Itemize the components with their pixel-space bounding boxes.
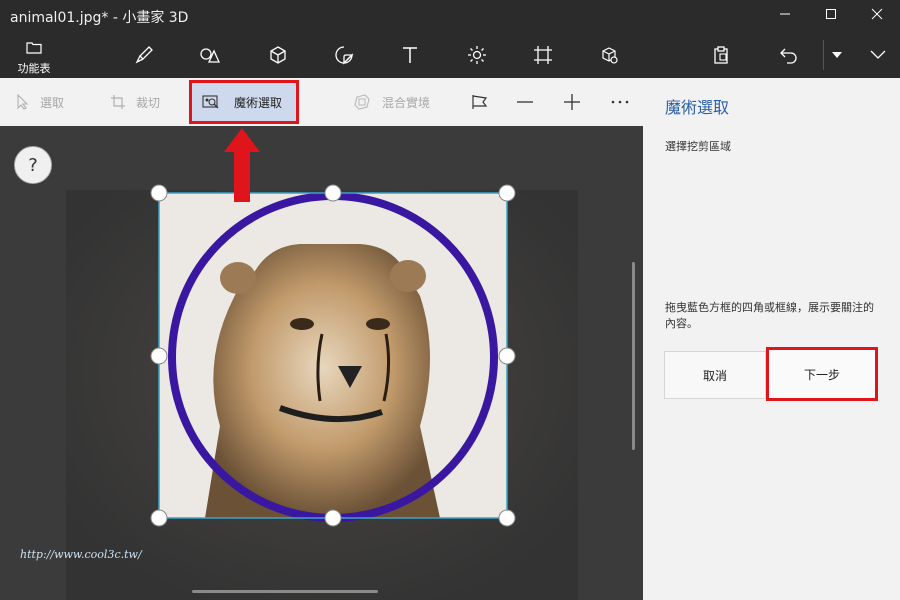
panel-description: 拖曳藍色方框的四角或框線，展示要關注的內容。 bbox=[665, 301, 874, 330]
select-button[interactable]: 選取 bbox=[16, 78, 64, 126]
canvas-icon bbox=[534, 46, 552, 64]
vertical-scrollbar[interactable] bbox=[632, 262, 635, 450]
stickers-icon bbox=[335, 46, 354, 65]
selection-toolbar: 選取 裁切 魔術選取 混合實境 bbox=[0, 78, 643, 126]
watermark: http://www.cool3c.tw/ bbox=[20, 548, 142, 561]
magic-select-label: 魔術選取 bbox=[234, 95, 283, 110]
minus-icon bbox=[517, 101, 533, 103]
add-button[interactable] bbox=[557, 78, 587, 126]
help-button[interactable]: ? bbox=[14, 146, 52, 184]
mixed-reality-icon bbox=[354, 94, 370, 110]
more-options-button[interactable] bbox=[605, 78, 635, 126]
stickers-tool[interactable] bbox=[322, 32, 366, 78]
resize-handle-bottom[interactable] bbox=[324, 509, 342, 527]
more-icon bbox=[611, 100, 629, 104]
resize-handle-top-right[interactable] bbox=[498, 184, 516, 202]
cancel-label: 取消 bbox=[702, 368, 727, 383]
crop-button[interactable]: 裁切 bbox=[110, 78, 160, 126]
panel-subtitle: 選擇挖剪區域 bbox=[665, 140, 731, 153]
text-tool[interactable] bbox=[388, 32, 432, 78]
plus-icon bbox=[564, 94, 580, 110]
flag-icon bbox=[472, 95, 488, 109]
resize-handle-bottom-right[interactable] bbox=[498, 509, 516, 527]
magic-select-panel: 魔術選取 選擇挖剪區域 拖曳藍色方框的四角或框線，展示要關注的內容。 取消 下一… bbox=[643, 78, 900, 600]
maximize-icon bbox=[826, 9, 836, 19]
minimize-button[interactable] bbox=[762, 0, 808, 32]
shapes-3d-icon bbox=[270, 46, 286, 64]
magic-select-button[interactable]: 魔術選取 bbox=[189, 80, 299, 124]
brush-icon bbox=[135, 46, 153, 64]
minimize-icon bbox=[780, 13, 790, 15]
undo-button[interactable] bbox=[767, 32, 811, 78]
select-label: 選取 bbox=[40, 95, 65, 110]
mixed-reality-label: 混合實境 bbox=[382, 95, 431, 110]
flag-button[interactable] bbox=[465, 78, 495, 126]
next-button[interactable]: 下一步 bbox=[766, 347, 878, 401]
effects-tool[interactable] bbox=[455, 32, 499, 78]
text-icon bbox=[403, 47, 417, 63]
close-icon bbox=[871, 8, 883, 20]
folder-icon bbox=[26, 42, 42, 54]
cancel-button[interactable]: 取消 bbox=[664, 351, 766, 399]
resize-handle-bottom-left[interactable] bbox=[150, 509, 168, 527]
help-icon: ? bbox=[28, 154, 38, 176]
brush-tool[interactable] bbox=[122, 32, 166, 78]
canvas-tool[interactable] bbox=[521, 32, 565, 78]
close-button[interactable] bbox=[854, 0, 900, 32]
collapse-toolbar-button[interactable] bbox=[856, 32, 900, 78]
cursor-icon bbox=[17, 94, 29, 110]
shapes-2d-tool[interactable] bbox=[188, 32, 232, 78]
paste-button[interactable] bbox=[699, 32, 743, 78]
main-toolbar: 功能表 bbox=[0, 32, 900, 78]
paste-icon bbox=[714, 46, 728, 64]
library-3d-tool[interactable] bbox=[587, 32, 631, 78]
resize-handle-top-left[interactable] bbox=[150, 184, 168, 202]
resize-handle-top[interactable] bbox=[324, 184, 342, 202]
canvas-image bbox=[66, 128, 578, 600]
crop-label: 裁切 bbox=[136, 95, 161, 110]
next-label: 下一步 bbox=[803, 367, 840, 382]
library-3d-icon bbox=[602, 47, 618, 64]
caret-down-icon bbox=[832, 52, 842, 58]
window-title: animal01.jpg* - 小畫家 3D bbox=[10, 10, 189, 26]
cheetah-photo bbox=[205, 244, 440, 518]
shapes-3d-tool[interactable] bbox=[256, 32, 300, 78]
title-bar: animal01.jpg* - 小畫家 3D bbox=[0, 0, 900, 32]
resize-handle-left[interactable] bbox=[150, 347, 168, 365]
canvas-area[interactable] bbox=[0, 126, 643, 600]
crop-icon bbox=[111, 95, 125, 109]
menu-button[interactable]: 功能表 bbox=[6, 34, 62, 76]
undo-icon bbox=[780, 48, 797, 64]
resize-handle-right[interactable] bbox=[498, 347, 516, 365]
mixed-reality-button[interactable]: 混合實境 bbox=[354, 78, 430, 126]
maximize-button[interactable] bbox=[808, 0, 854, 32]
horizontal-scrollbar[interactable] bbox=[192, 590, 378, 593]
chevron-down-icon bbox=[870, 50, 886, 59]
subtract-button[interactable] bbox=[510, 78, 540, 126]
menu-label: 功能表 bbox=[17, 62, 51, 75]
panel-title: 魔術選取 bbox=[665, 98, 730, 117]
magic-select-icon bbox=[202, 95, 219, 109]
history-dropdown[interactable] bbox=[815, 32, 859, 78]
effects-icon bbox=[468, 46, 486, 64]
shapes-2d-icon bbox=[200, 48, 221, 63]
